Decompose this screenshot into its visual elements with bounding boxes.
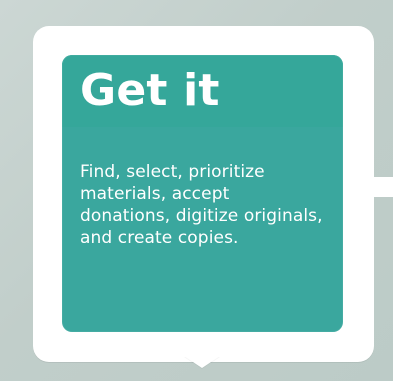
get-it-panel: Get it Find, select, prioritize material…: [62, 55, 343, 332]
panel-title: Get it: [80, 65, 220, 116]
panel-description: Find, select, prioritize materials, acce…: [80, 162, 323, 248]
down-pointer-icon: [184, 356, 220, 368]
